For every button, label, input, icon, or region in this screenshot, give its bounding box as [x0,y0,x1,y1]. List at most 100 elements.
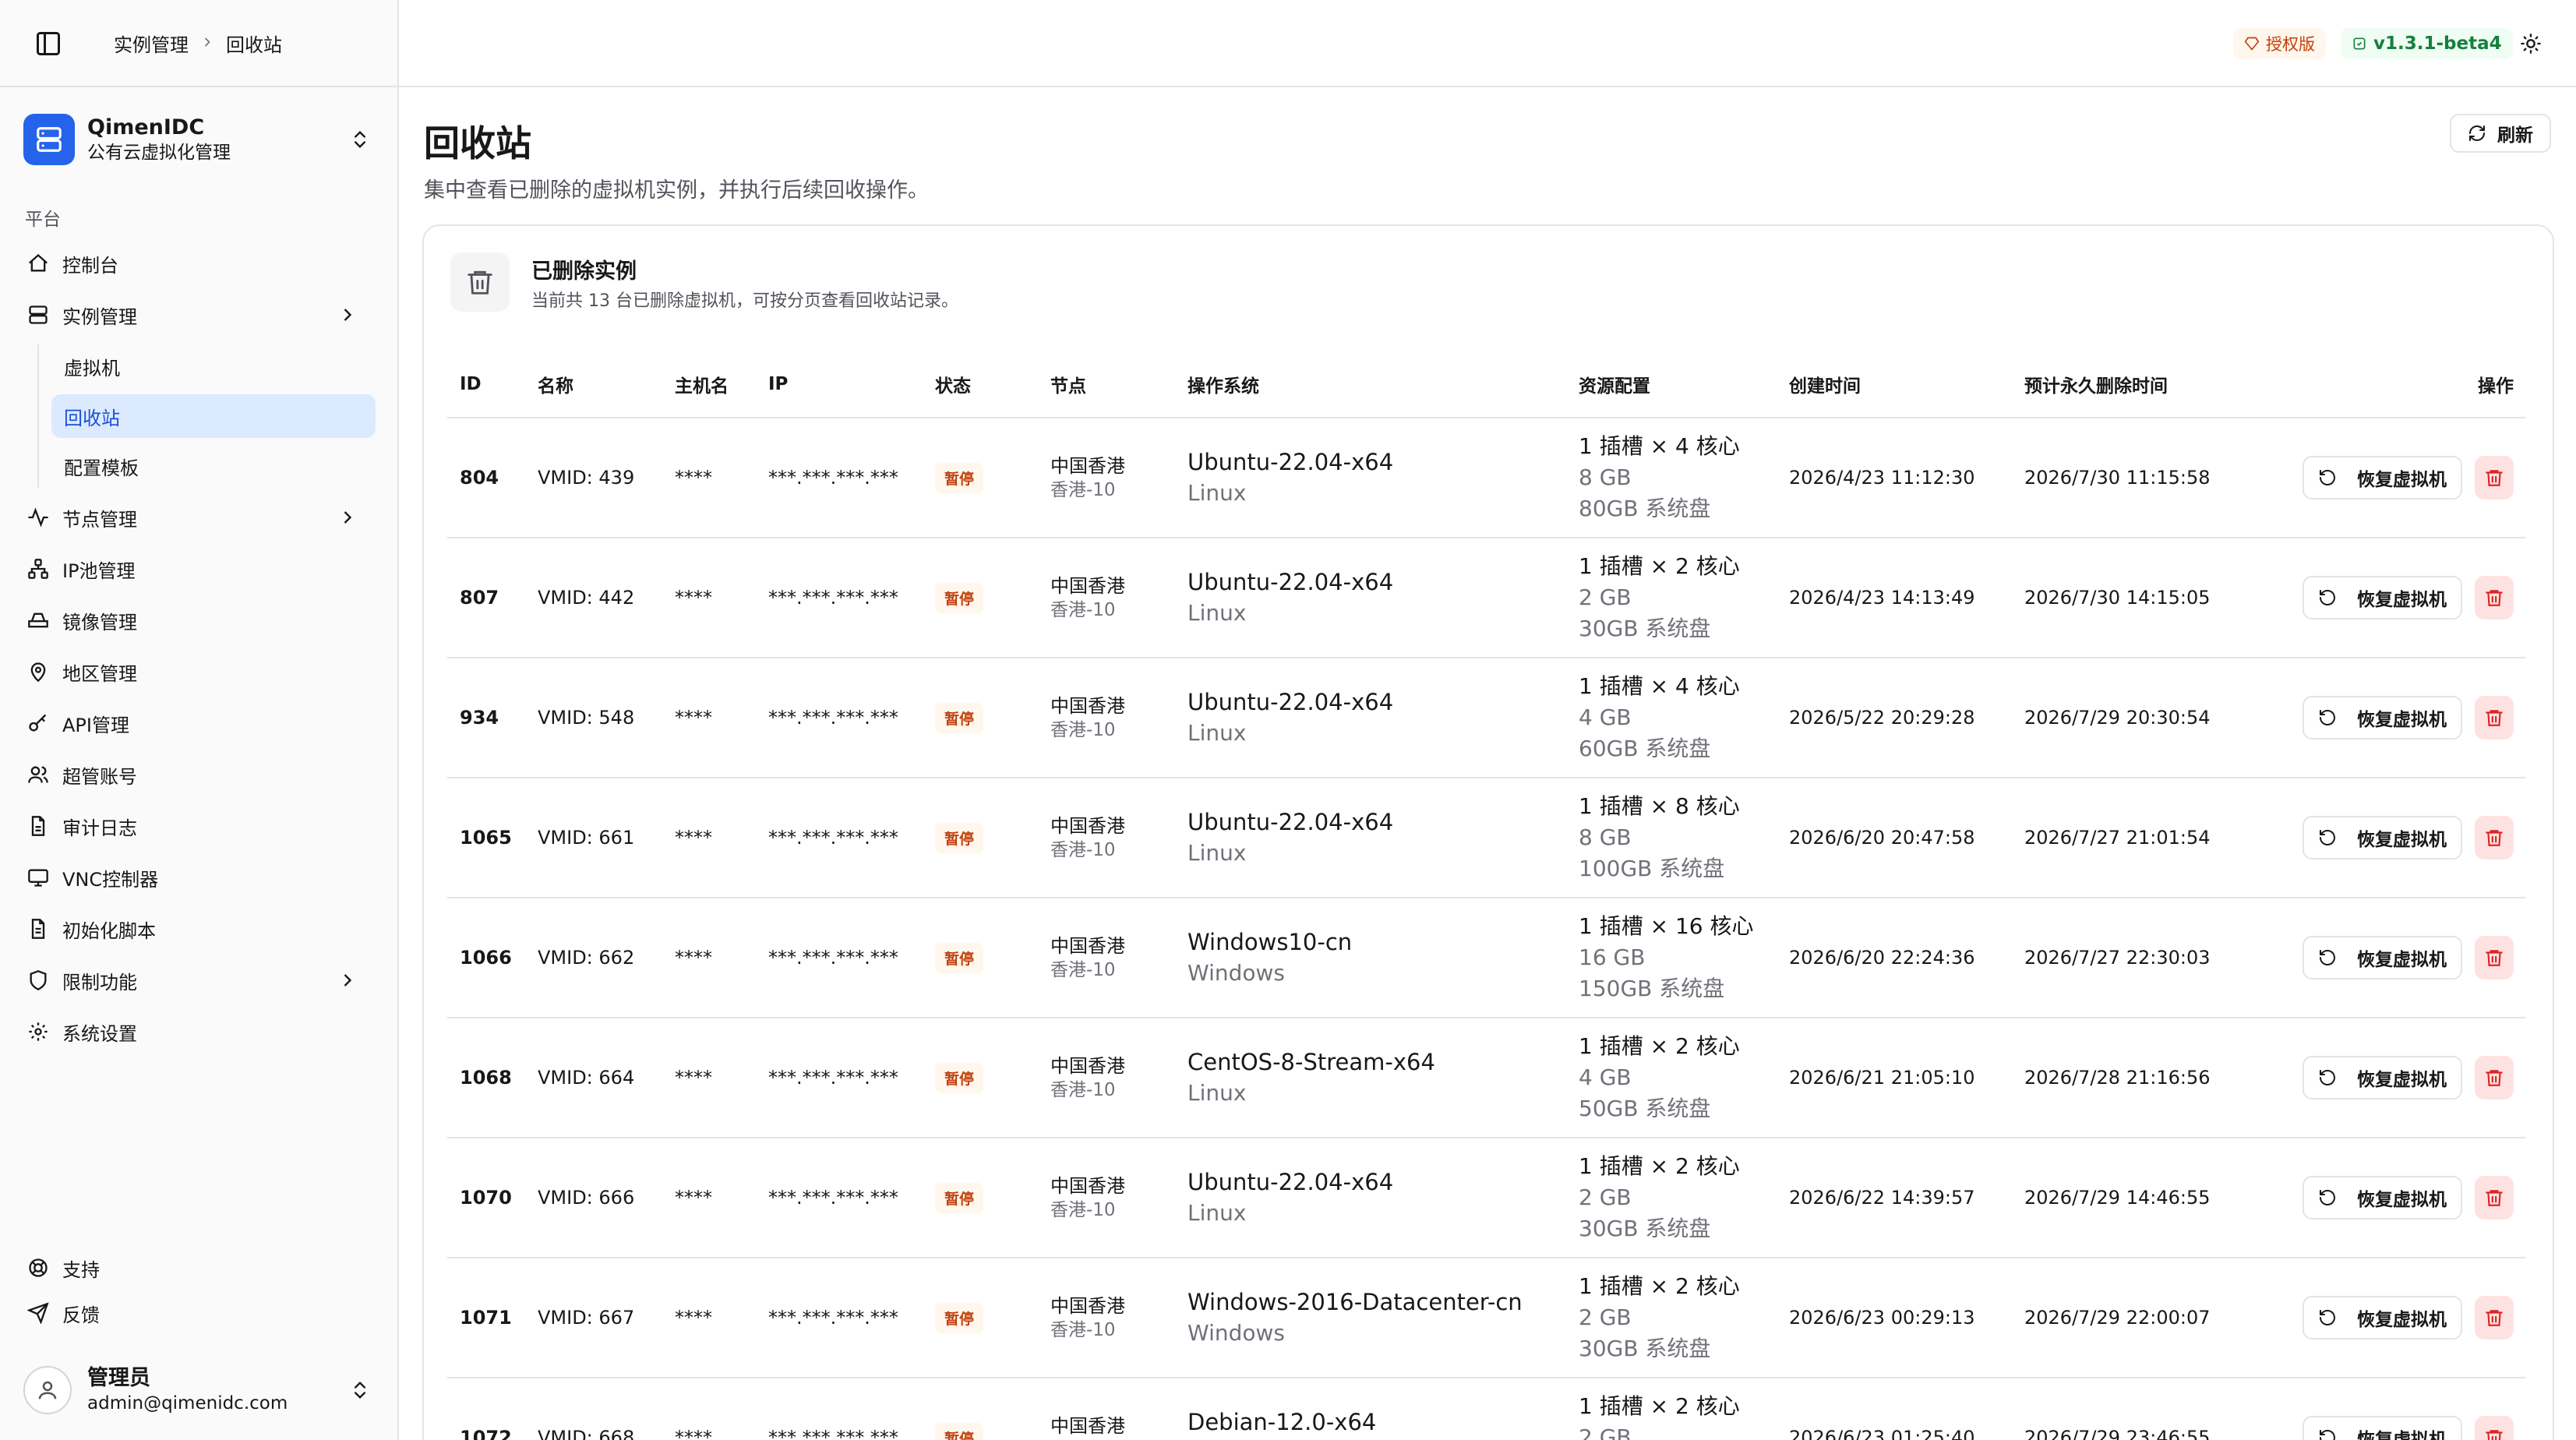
resource-cpu: 1 插槽 × 4 核心 [1579,673,1740,699]
sidebar: QimenIDC 公有云虚拟化管理 平台 控制台 实例管理 虚拟机 回收站 配置… [0,0,399,1440]
chevron-right-icon [337,969,358,996]
table-row: 804 VMID: 439 **** ***.***.***.*** 暂停 中国… [447,418,2526,538]
delete-permanently-button[interactable] [2475,1296,2514,1339]
cell-hostname: **** [662,1018,756,1138]
sidebar-item-settings[interactable]: 系统设置 [23,1010,376,1054]
trash-icon [450,252,510,312]
brand-subtitle: 公有云虚拟化管理 [87,143,231,163]
chevron-right-icon [337,304,358,330]
restore-vm-button[interactable]: 恢复虚拟机 [2303,816,2462,859]
sidebar-item-regions[interactable]: 地区管理 [23,650,376,694]
delete-permanently-button[interactable] [2475,456,2514,499]
delete-permanently-button[interactable] [2475,816,2514,859]
node-name: 中国香港 [1050,575,1125,597]
refresh-button[interactable]: 刷新 [2450,114,2551,153]
tag-icon [2352,36,2367,51]
sidebar-toggle-icon[interactable] [34,30,62,58]
restore-vm-button[interactable]: 恢复虚拟机 [2303,1056,2462,1099]
gem-icon [2244,36,2260,51]
brand-switcher[interactable]: QimenIDC 公有云虚拟化管理 [23,111,376,168]
sidebar-subitem-recycle-bin[interactable]: 回收站 [51,394,376,438]
cell-actions: 恢复虚拟机 [2246,658,2526,778]
os-name: CentOS-8-Stream-x64 [1187,1049,1435,1075]
os-type: Linux [1187,1200,1247,1226]
cell-name: VMID: 548 [525,658,662,778]
sidebar-item-label: 审计日志 [62,817,137,839]
user-menu[interactable]: 管理员 admin@qimenidc.com [23,1362,376,1418]
restore-vm-button[interactable]: 恢复虚拟机 [2303,1296,2462,1339]
restore-vm-button[interactable]: 恢复虚拟机 [2303,696,2462,739]
instances-submenu: 虚拟机 回收站 配置模板 [37,344,376,488]
sidebar-item-audit-log[interactable]: 审计日志 [23,804,376,848]
delete-permanently-button[interactable] [2475,1056,2514,1099]
sidebar-secondary-nav: 支持 反馈 [23,1245,376,1336]
user-email: admin@qimenidc.com [87,1393,288,1414]
column-header: 状态 [923,351,1038,418]
sidebar-item-vnc[interactable]: VNC控制器 [23,856,376,899]
restore-vm-button[interactable]: 恢复虚拟机 [2303,1176,2462,1219]
column-header: 名称 [525,351,662,418]
cell-resources: 1 插槽 × 2 核心 2 GB 30GB 系统盘 [1566,1378,1777,1440]
column-header: 节点 [1038,351,1175,418]
os-type: Linux [1187,1080,1247,1106]
status-badge: 暂停 [935,1302,984,1333]
sidebar-item-api[interactable]: API管理 [23,701,376,745]
cell-id: 1066 [447,898,525,1018]
column-header: 创建时间 [1777,351,2012,418]
delete-permanently-button[interactable] [2475,696,2514,739]
cell-actions: 恢复虚拟机 [2246,1138,2526,1258]
file-text-icon [25,813,51,839]
sidebar-item-label: VNC控制器 [62,868,159,891]
restore-vm-button[interactable]: 恢复虚拟机 [2303,936,2462,979]
page-title: 回收站 [424,122,531,164]
sidebar-item-images[interactable]: 镜像管理 [23,598,376,642]
node-sub: 香港-10 [1050,720,1116,740]
sidebar-subitem-templates[interactable]: 配置模板 [51,444,376,488]
cell-id: 807 [447,538,525,658]
rotate-ccw-icon [2318,1068,2337,1087]
delete-permanently-button[interactable] [2475,1416,2514,1440]
cell-ip: ***.***.***.*** [756,418,923,538]
sidebar-item-dashboard[interactable]: 控制台 [23,242,376,285]
trash-icon [2484,468,2504,488]
sidebar-item-admins[interactable]: 超管账号 [23,753,376,796]
node-sub: 香港-10 [1050,600,1116,620]
sidebar-item-ip-pool[interactable]: IP池管理 [23,547,376,591]
cell-resources: 1 插槽 × 4 核心 4 GB 60GB 系统盘 [1566,658,1777,778]
restore-label: 恢复虚拟机 [2357,470,2447,490]
os-type: Linux [1187,600,1247,626]
restore-vm-button[interactable]: 恢复虚拟机 [2303,1416,2462,1440]
top-header: 实例管理 回收站 授权版 v1.3.1-beta4 [0,0,2576,87]
sun-icon[interactable] [2515,28,2546,59]
page-description: 集中查看已删除的虚拟机实例，并执行后续回收操作。 [424,178,929,203]
restore-vm-button[interactable]: 恢复虚拟机 [2303,456,2462,499]
card-title: 已删除实例 [531,259,637,284]
sidebar-item-support[interactable]: 支持 [23,1245,376,1290]
sidebar-item-init-scripts[interactable]: 初始化脚本 [23,907,376,951]
sidebar-item-restrictions[interactable]: 限制功能 [23,958,376,1002]
delete-permanently-button[interactable] [2475,936,2514,979]
trash-icon [2484,828,2504,848]
brand-name: QimenIDC [87,115,205,139]
cell-expire: 2026/7/30 11:15:58 [2012,418,2246,538]
trash-icon [2484,1188,2504,1208]
sidebar-item-feedback[interactable]: 反馈 [23,1290,376,1336]
sidebar-item-nodes[interactable]: 节点管理 [23,496,376,539]
cell-name: VMID: 667 [525,1258,662,1378]
cell-ip: ***.***.***.*** [756,778,923,898]
resource-disk: 80GB 系统盘 [1579,496,1711,521]
cell-resources: 1 插槽 × 2 核心 4 GB 50GB 系统盘 [1566,1018,1777,1138]
rotate-ccw-icon [2318,1308,2337,1327]
delete-permanently-button[interactable] [2475,576,2514,619]
delete-permanently-button[interactable] [2475,1176,2514,1219]
cell-hostname: **** [662,418,756,538]
cell-status: 暂停 [923,1018,1038,1138]
breadcrumb-instances[interactable]: 实例管理 [114,30,189,57]
sidebar-subitem-vms[interactable]: 虚拟机 [51,344,376,388]
restore-vm-button[interactable]: 恢复虚拟机 [2303,576,2462,619]
sidebar-item-instances[interactable]: 实例管理 [23,293,376,337]
cell-actions: 恢复虚拟机 [2246,898,2526,1018]
restore-label: 恢复虚拟机 [2357,1310,2447,1330]
avatar [23,1366,72,1414]
cell-actions: 恢复虚拟机 [2246,778,2526,898]
